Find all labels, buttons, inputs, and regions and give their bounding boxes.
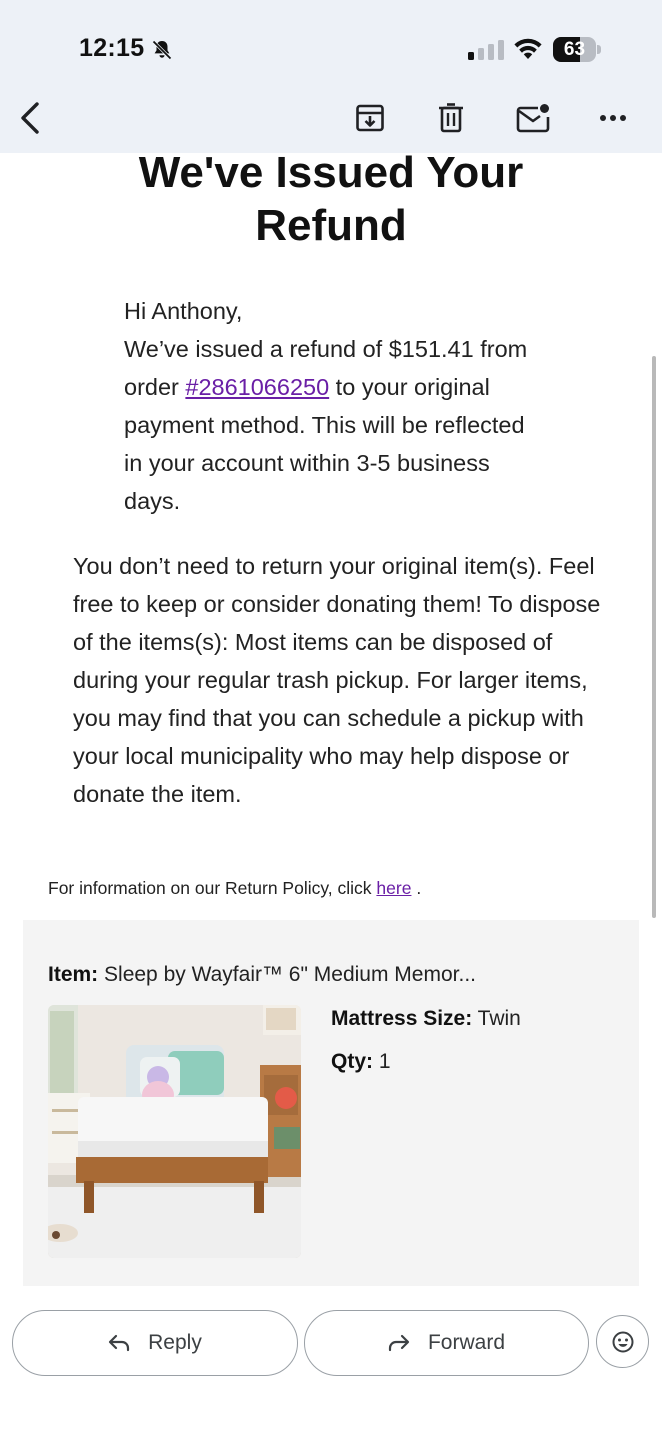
mark-unread-button[interactable] xyxy=(513,98,553,138)
item-card: Item: Sleep by Wayfair™ 6" Medium Memor.… xyxy=(23,920,639,1286)
quantity-label: Qty: xyxy=(331,1050,373,1073)
back-button[interactable] xyxy=(10,98,50,138)
item-label: Item: xyxy=(48,963,99,986)
mattress-size-label: Mattress Size: xyxy=(331,1007,473,1030)
wifi-icon xyxy=(514,38,542,59)
back-arrow-icon xyxy=(21,102,39,134)
quantity-value: 1 xyxy=(373,1050,391,1073)
more-options-button[interactable] xyxy=(593,98,633,138)
mattress-size: Mattress Size: Twin xyxy=(331,1007,521,1031)
policy-end: . xyxy=(411,878,422,898)
mattress-bed-photo xyxy=(48,1005,301,1258)
return-policy-line: For information on our Return Policy, cl… xyxy=(48,878,421,899)
forward-label: Forward xyxy=(427,1331,506,1354)
battery-percent: 63 xyxy=(563,39,586,60)
reply-icon xyxy=(109,1334,130,1352)
policy-text: For information on our Return Policy, cl… xyxy=(48,878,377,898)
add-reaction-button[interactable] xyxy=(596,1315,649,1368)
mark-unread-icon xyxy=(516,104,550,133)
disposal-paragraph: You don’t need to return your original i… xyxy=(73,553,601,807)
refund-message: Hi Anthony, We’ve issued a refund of $15… xyxy=(124,292,544,520)
battery-indicator: 63 xyxy=(553,37,601,62)
trash-icon xyxy=(439,103,463,133)
reply-button[interactable]: Reply xyxy=(12,1310,298,1376)
order-number-link[interactable]: #2861066250 xyxy=(185,374,329,400)
forward-icon xyxy=(388,1334,410,1352)
more-icon xyxy=(600,115,626,121)
silent-bell-icon xyxy=(152,40,172,60)
mattress-size-value: Twin xyxy=(472,1007,521,1030)
scrollbar[interactable] xyxy=(652,356,656,918)
item-name: Sleep by Wayfair™ 6" Medium Memor... xyxy=(98,963,476,986)
battery-nub xyxy=(597,45,601,54)
reply-label: Reply xyxy=(148,1331,202,1354)
quantity: Qty: 1 xyxy=(331,1050,391,1074)
email-headline: We've Issued Your Refund xyxy=(138,148,524,250)
return-policy-link[interactable]: here xyxy=(376,878,411,898)
cellular-signal-icon xyxy=(468,40,504,60)
archive-button[interactable] xyxy=(350,98,390,138)
archive-icon xyxy=(356,104,384,132)
product-image[interactable] xyxy=(48,1005,301,1258)
forward-button[interactable]: Forward xyxy=(304,1310,589,1376)
top-bar: 12:15 63 xyxy=(0,0,662,153)
clock: 12:15 xyxy=(79,34,145,62)
add-reaction-icon xyxy=(612,1331,633,1352)
greeting: Hi Anthony, xyxy=(124,298,243,324)
item-name-line: Item: Sleep by Wayfair™ 6" Medium Memor.… xyxy=(48,963,476,987)
delete-button[interactable] xyxy=(431,98,471,138)
